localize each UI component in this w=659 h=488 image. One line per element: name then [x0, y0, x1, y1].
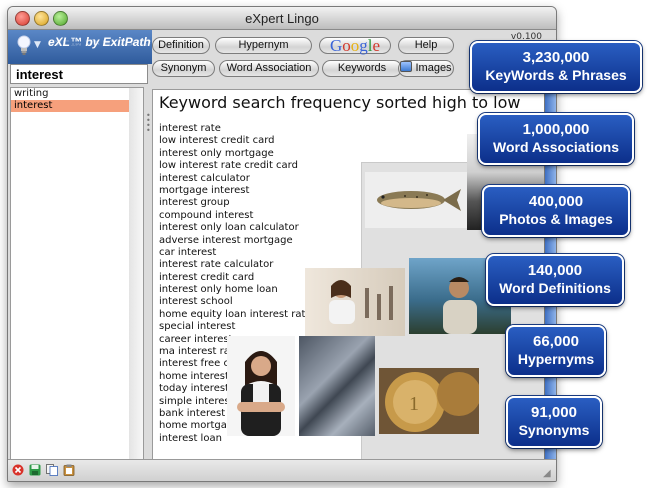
images-button-label: Images: [415, 62, 452, 74]
hypernym-button[interactable]: Hypernym: [215, 37, 312, 54]
stat-number: 91,000: [531, 404, 577, 421]
result-item[interactable]: special interest: [159, 321, 312, 333]
close-circle-icon[interactable]: [12, 464, 24, 476]
word-history-list: writing interest: [10, 87, 130, 461]
result-item[interactable]: interest rate calculator: [159, 259, 312, 271]
list-item[interactable]: writing: [11, 88, 129, 100]
title-bar: eXpert Lingo: [8, 7, 556, 30]
result-item[interactable]: car interest: [159, 247, 312, 259]
stat-label: Hypernyms: [517, 351, 595, 367]
synonym-button[interactable]: Synonym: [152, 60, 215, 77]
result-item[interactable]: interest rate: [159, 123, 312, 135]
stat-number: 66,000: [533, 333, 579, 350]
lightbulb-icon[interactable]: [16, 34, 32, 58]
result-item[interactable]: home equity loan interest rate: [159, 309, 312, 321]
stat-badge-definitions: 140,000 Word Definitions: [486, 254, 624, 306]
stat-number: 140,000: [527, 262, 583, 279]
results-heading: Keyword search frequency sorted high to …: [159, 93, 521, 112]
stat-number: 3,230,000: [522, 49, 590, 66]
google-letter: o: [350, 36, 360, 55]
paste-icon[interactable]: [63, 464, 75, 476]
stat-badge-hypernyms: 66,000 Hypernyms: [506, 325, 606, 377]
result-item[interactable]: low interest rate credit card: [159, 160, 312, 172]
result-item[interactable]: compound interest: [159, 210, 312, 222]
result-item[interactable]: interest school: [159, 296, 312, 308]
stat-badge-synonyms: 91,000 Synonyms: [506, 396, 602, 448]
result-item[interactable]: adverse interest mortgage: [159, 235, 312, 247]
word-association-button[interactable]: Word Association: [219, 60, 319, 77]
search-input[interactable]: [10, 64, 148, 84]
google-letter: g: [359, 36, 368, 55]
stat-badge-photos: 400,000 Photos & Images: [482, 185, 630, 237]
save-icon[interactable]: [29, 464, 41, 476]
google-letter: o: [342, 36, 351, 55]
stat-label: Word Associations: [492, 139, 620, 155]
google-button[interactable]: Google: [319, 37, 391, 54]
result-item[interactable]: interest only loan calculator: [159, 222, 312, 234]
resize-grip-icon[interactable]: ◢: [543, 469, 553, 479]
keywords-button[interactable]: Keywords: [322, 60, 402, 77]
google-letter: G: [329, 36, 343, 55]
bottom-toolbar: ◢: [8, 459, 556, 481]
list-item-selected[interactable]: interest: [11, 100, 129, 112]
brand-menu-arrow-icon[interactable]: ▼: [34, 40, 41, 50]
window-title: eXpert Lingo: [245, 11, 319, 26]
images-button[interactable]: Images: [398, 60, 454, 77]
stat-number: 400,000: [528, 193, 584, 210]
stat-badge-keywords: 3,230,000 KeyWords & Phrases: [470, 41, 642, 93]
result-item[interactable]: low interest credit card: [159, 135, 312, 147]
stat-label: Photos & Images: [499, 211, 613, 227]
image-icon: [400, 61, 413, 72]
gray-fabric-photo[interactable]: [299, 336, 375, 436]
definition-button[interactable]: Definition: [152, 37, 210, 54]
word-list-scrollbar[interactable]: [129, 87, 144, 461]
trout-photo[interactable]: [365, 172, 467, 228]
result-item[interactable]: interest calculator: [159, 173, 312, 185]
splitter-handle[interactable]: • • • •: [146, 112, 151, 135]
stat-badge-word-associations: 1,000,000 Word Associations: [478, 113, 634, 165]
result-item[interactable]: interest only home loan: [159, 284, 312, 296]
stat-label: Synonyms: [518, 422, 590, 438]
result-item[interactable]: interest credit card: [159, 272, 312, 284]
result-item[interactable]: mortgage interest: [159, 185, 312, 197]
businesswoman-photo[interactable]: [227, 336, 295, 436]
brand-logo-reflection: eXL™ by ExitPath: [48, 38, 151, 47]
stat-label: Word Definitions: [499, 280, 611, 296]
brand-bar: ▼ eXL™ by ExitPath eXL™ by ExitPath: [8, 30, 152, 64]
result-item[interactable]: interest only mortgage: [159, 148, 312, 160]
copy-icon[interactable]: [46, 464, 58, 476]
woman-phone-photo[interactable]: [305, 268, 405, 336]
stat-label: KeyWords & Phrases: [485, 67, 627, 83]
svg-text:1: 1: [409, 393, 419, 415]
help-button[interactable]: Help: [398, 37, 454, 54]
result-item[interactable]: interest group: [159, 197, 312, 209]
stat-number: 1,000,000: [522, 121, 590, 138]
coins-photo[interactable]: 1: [379, 368, 479, 434]
google-letter: e: [372, 36, 381, 55]
